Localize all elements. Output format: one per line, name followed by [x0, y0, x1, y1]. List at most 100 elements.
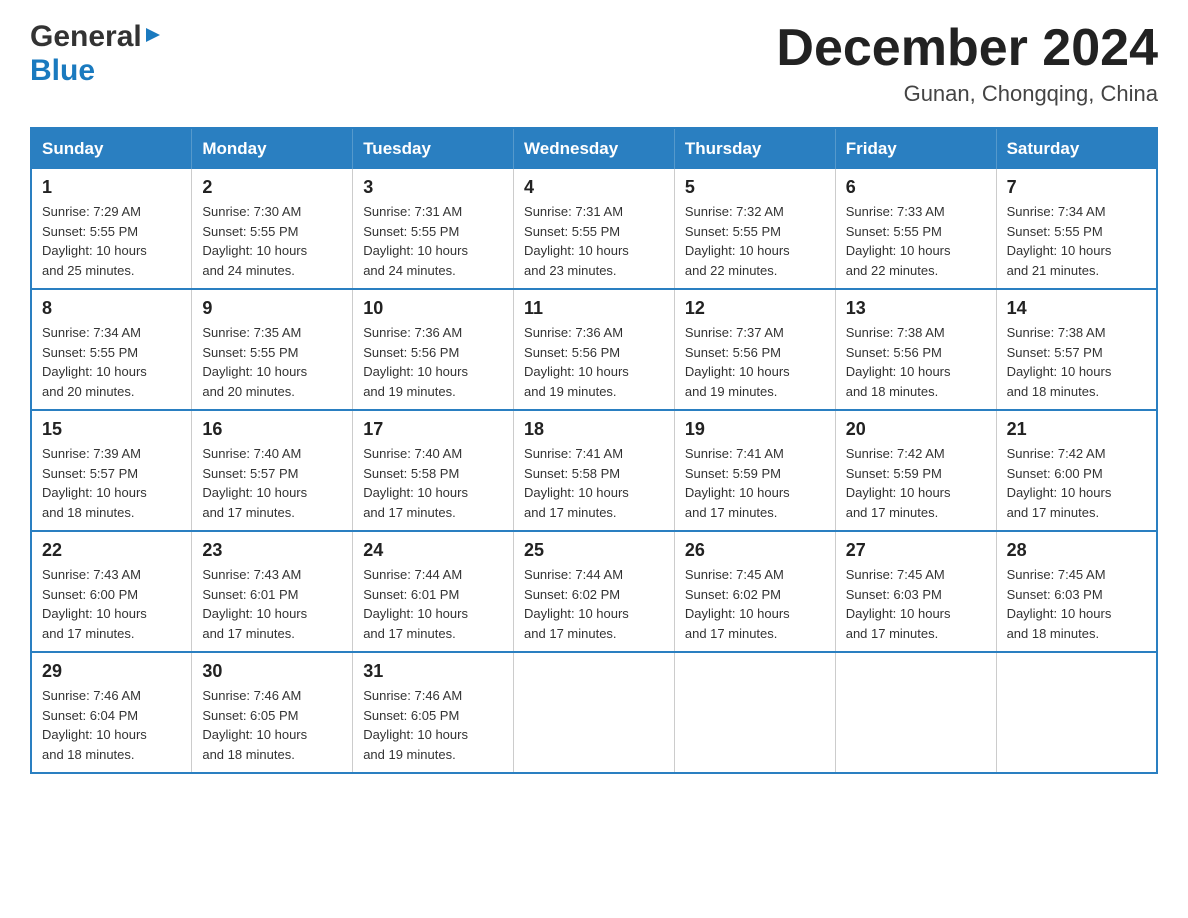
- day-info: Sunrise: 7:44 AMSunset: 6:01 PMDaylight:…: [363, 565, 503, 643]
- header: General Blue December 2024 Gunan, Chongq…: [30, 20, 1158, 107]
- day-info: Sunrise: 7:38 AMSunset: 5:56 PMDaylight:…: [846, 323, 986, 401]
- col-header-friday: Friday: [835, 128, 996, 169]
- calendar-week-row: 29 Sunrise: 7:46 AMSunset: 6:04 PMDayligh…: [31, 652, 1157, 773]
- calendar-cell: 25 Sunrise: 7:44 AMSunset: 6:02 PMDayligh…: [514, 531, 675, 652]
- calendar-cell: 29 Sunrise: 7:46 AMSunset: 6:04 PMDayligh…: [31, 652, 192, 773]
- day-info: Sunrise: 7:36 AMSunset: 5:56 PMDaylight:…: [363, 323, 503, 401]
- day-info: Sunrise: 7:31 AMSunset: 5:55 PMDaylight:…: [363, 202, 503, 280]
- day-number: 9: [202, 298, 342, 319]
- calendar-table: SundayMondayTuesdayWednesdayThursdayFrid…: [30, 127, 1158, 774]
- day-info: Sunrise: 7:43 AMSunset: 6:00 PMDaylight:…: [42, 565, 181, 643]
- day-info: Sunrise: 7:36 AMSunset: 5:56 PMDaylight:…: [524, 323, 664, 401]
- calendar-cell: 5Sunrise: 7:32 AMSunset: 5:55 PMDaylight…: [674, 169, 835, 289]
- day-number: 22: [42, 540, 181, 561]
- calendar-cell: 28 Sunrise: 7:45 AMSunset: 6:03 PMDayligh…: [996, 531, 1157, 652]
- day-info: Sunrise: 7:34 AMSunset: 5:55 PMDaylight:…: [42, 323, 181, 401]
- calendar-cell: 26 Sunrise: 7:45 AMSunset: 6:02 PMDayligh…: [674, 531, 835, 652]
- day-number: 28: [1007, 540, 1146, 561]
- day-number: 19: [685, 419, 825, 440]
- day-info: Sunrise: 7:40 AMSunset: 5:58 PMDaylight:…: [363, 444, 503, 522]
- col-header-wednesday: Wednesday: [514, 128, 675, 169]
- calendar-cell: [674, 652, 835, 773]
- day-number: 30: [202, 661, 342, 682]
- day-info: Sunrise: 7:39 AMSunset: 5:57 PMDaylight:…: [42, 444, 181, 522]
- day-number: 27: [846, 540, 986, 561]
- day-info: Sunrise: 7:33 AMSunset: 5:55 PMDaylight:…: [846, 202, 986, 280]
- col-header-tuesday: Tuesday: [353, 128, 514, 169]
- col-header-saturday: Saturday: [996, 128, 1157, 169]
- calendar-cell: 23Sunrise: 7:43 AMSunset: 6:01 PMDayligh…: [192, 531, 353, 652]
- calendar-cell: 16Sunrise: 7:40 AMSunset: 5:57 PMDayligh…: [192, 410, 353, 531]
- calendar-cell: 27Sunrise: 7:45 AMSunset: 6:03 PMDayligh…: [835, 531, 996, 652]
- calendar-week-row: 1 Sunrise: 7:29 AMSunset: 5:55 PMDaylight…: [31, 169, 1157, 289]
- calendar-week-row: 15 Sunrise: 7:39 AMSunset: 5:57 PMDayligh…: [31, 410, 1157, 531]
- day-number: 4: [524, 177, 664, 198]
- calendar-cell: 24 Sunrise: 7:44 AMSunset: 6:01 PMDayligh…: [353, 531, 514, 652]
- day-info: Sunrise: 7:42 AMSunset: 5:59 PMDaylight:…: [846, 444, 986, 522]
- calendar-header-row: SundayMondayTuesdayWednesdayThursdayFrid…: [31, 128, 1157, 169]
- col-header-thursday: Thursday: [674, 128, 835, 169]
- day-info: Sunrise: 7:29 AMSunset: 5:55 PMDaylight:…: [42, 202, 181, 280]
- day-number: 24: [363, 540, 503, 561]
- day-number: 17: [363, 419, 503, 440]
- calendar-cell: 22 Sunrise: 7:43 AMSunset: 6:00 PMDayligh…: [31, 531, 192, 652]
- calendar-week-row: 8 Sunrise: 7:34 AMSunset: 5:55 PMDaylight…: [31, 289, 1157, 410]
- calendar-cell: 9 Sunrise: 7:35 AMSunset: 5:55 PMDaylight…: [192, 289, 353, 410]
- calendar-cell: 21 Sunrise: 7:42 AMSunset: 6:00 PMDayligh…: [996, 410, 1157, 531]
- calendar-cell: [996, 652, 1157, 773]
- logo-triangle-icon: [144, 26, 162, 49]
- calendar-cell: [514, 652, 675, 773]
- calendar-cell: 12 Sunrise: 7:37 AMSunset: 5:56 PMDayligh…: [674, 289, 835, 410]
- day-number: 23: [202, 540, 342, 561]
- calendar-cell: 14 Sunrise: 7:38 AMSunset: 5:57 PMDayligh…: [996, 289, 1157, 410]
- day-number: 8: [42, 298, 181, 319]
- calendar-cell: 11 Sunrise: 7:36 AMSunset: 5:56 PMDayligh…: [514, 289, 675, 410]
- day-number: 14: [1007, 298, 1146, 319]
- day-info: Sunrise: 7:41 AMSunset: 5:59 PMDaylight:…: [685, 444, 825, 522]
- day-info: Sunrise: 7:31 AMSunset: 5:55 PMDaylight:…: [524, 202, 664, 280]
- day-info: Sunrise: 7:34 AMSunset: 5:55 PMDaylight:…: [1007, 202, 1146, 280]
- calendar-cell: 13 Sunrise: 7:38 AMSunset: 5:56 PMDayligh…: [835, 289, 996, 410]
- day-info: Sunrise: 7:41 AMSunset: 5:58 PMDaylight:…: [524, 444, 664, 522]
- day-number: 15: [42, 419, 181, 440]
- calendar-cell: 4 Sunrise: 7:31 AMSunset: 5:55 PMDaylight…: [514, 169, 675, 289]
- calendar-cell: [835, 652, 996, 773]
- day-number: 26: [685, 540, 825, 561]
- calendar-cell: 3 Sunrise: 7:31 AMSunset: 5:55 PMDaylight…: [353, 169, 514, 289]
- day-info: Sunrise: 7:45 AMSunset: 6:03 PMDaylight:…: [1007, 565, 1146, 643]
- day-number: 5: [685, 177, 825, 198]
- day-info: Sunrise: 7:40 AMSunset: 5:57 PMDaylight:…: [202, 444, 342, 522]
- col-header-monday: Monday: [192, 128, 353, 169]
- day-info: Sunrise: 7:45 AMSunset: 6:02 PMDaylight:…: [685, 565, 825, 643]
- day-number: 10: [363, 298, 503, 319]
- calendar-cell: 1 Sunrise: 7:29 AMSunset: 5:55 PMDaylight…: [31, 169, 192, 289]
- day-number: 3: [363, 177, 503, 198]
- day-number: 1: [42, 177, 181, 198]
- day-info: Sunrise: 7:44 AMSunset: 6:02 PMDaylight:…: [524, 565, 664, 643]
- calendar-cell: 17 Sunrise: 7:40 AMSunset: 5:58 PMDayligh…: [353, 410, 514, 531]
- day-info: Sunrise: 7:30 AMSunset: 5:55 PMDaylight:…: [202, 202, 342, 280]
- logo-blue: Blue: [30, 54, 95, 87]
- logo: General Blue: [30, 20, 162, 88]
- day-number: 13: [846, 298, 986, 319]
- calendar-cell: 2 Sunrise: 7:30 AMSunset: 5:55 PMDaylight…: [192, 169, 353, 289]
- day-number: 2: [202, 177, 342, 198]
- day-number: 11: [524, 298, 664, 319]
- calendar-cell: 8 Sunrise: 7:34 AMSunset: 5:55 PMDaylight…: [31, 289, 192, 410]
- day-number: 25: [524, 540, 664, 561]
- day-number: 21: [1007, 419, 1146, 440]
- day-number: 18: [524, 419, 664, 440]
- logo-general: General: [30, 20, 142, 54]
- day-info: Sunrise: 7:37 AMSunset: 5:56 PMDaylight:…: [685, 323, 825, 401]
- day-info: Sunrise: 7:46 AMSunset: 6:04 PMDaylight:…: [42, 686, 181, 764]
- day-info: Sunrise: 7:42 AMSunset: 6:00 PMDaylight:…: [1007, 444, 1146, 522]
- calendar-cell: 7Sunrise: 7:34 AMSunset: 5:55 PMDaylight…: [996, 169, 1157, 289]
- day-number: 29: [42, 661, 181, 682]
- day-info: Sunrise: 7:38 AMSunset: 5:57 PMDaylight:…: [1007, 323, 1146, 401]
- day-number: 31: [363, 661, 503, 682]
- calendar-cell: 31Sunrise: 7:46 AMSunset: 6:05 PMDayligh…: [353, 652, 514, 773]
- day-info: Sunrise: 7:35 AMSunset: 5:55 PMDaylight:…: [202, 323, 342, 401]
- col-header-sunday: Sunday: [31, 128, 192, 169]
- calendar-cell: 30Sunrise: 7:46 AMSunset: 6:05 PMDayligh…: [192, 652, 353, 773]
- day-number: 12: [685, 298, 825, 319]
